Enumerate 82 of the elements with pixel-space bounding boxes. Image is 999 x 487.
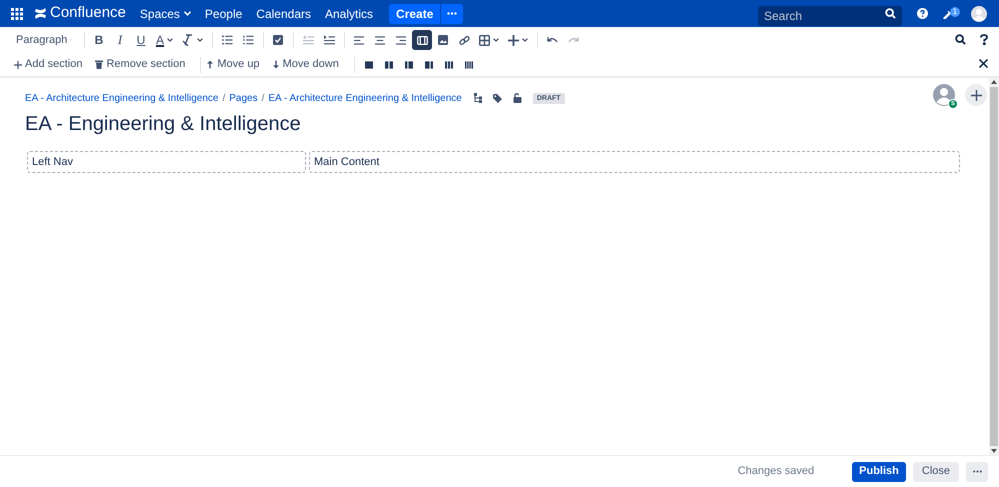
columns-icon [364, 60, 373, 68]
add-section-button[interactable]: Add section [12, 54, 84, 74]
hierarchy-icon[interactable] [474, 93, 482, 103]
search-field[interactable]: Search [758, 6, 902, 26]
create-button[interactable]: Create [389, 4, 440, 24]
columns-icon [424, 60, 433, 68]
nav-link[interactable]: Analytics [325, 4, 374, 22]
columns-icon [384, 60, 393, 68]
collaborator-avatar-icon[interactable] [933, 84, 955, 106]
remove-section-button[interactable]: Remove section [93, 54, 188, 74]
bold-button[interactable]: B [89, 30, 109, 50]
align-right-icon [396, 36, 406, 44]
columns-icon [404, 60, 413, 68]
save-status-text: Changes saved [738, 464, 814, 480]
ellipsis-icon [972, 470, 982, 473]
redo-icon [568, 36, 579, 44]
arrow-down-icon [272, 60, 279, 69]
checkbox-icon [273, 35, 284, 45]
more-button[interactable] [441, 4, 464, 24]
tag-icon[interactable] [492, 94, 502, 102]
find-icon[interactable] [955, 34, 966, 45]
caret-icon [197, 38, 204, 42]
app-logo-text[interactable]: Confluence [50, 2, 126, 25]
arrow-up-icon [207, 60, 214, 69]
breadcrumb-separator: / [262, 92, 264, 106]
italic-button[interactable]: I [110, 30, 130, 50]
layout-column[interactable]: Left Nav [27, 151, 306, 173]
bullet-list-icon [222, 35, 233, 45]
move-down-button[interactable]: Move down [270, 54, 341, 74]
user-avatar-icon[interactable] [971, 6, 987, 22]
logo-icon [35, 8, 46, 19]
trash-icon [95, 60, 104, 69]
link-icon [458, 34, 470, 46]
indent-icon [324, 35, 335, 45]
columns-icon [464, 60, 473, 68]
align-center-icon [375, 36, 386, 44]
breadcrumb-link[interactable]: EA - Architecture Engineering & Intelligence [25, 90, 218, 106]
notification-count-badge: 1 [950, 6, 960, 16]
unlocked-padlock-icon[interactable] [512, 93, 522, 103]
breadcrumb-link[interactable]: Pages [229, 90, 258, 106]
plus-icon [970, 90, 982, 100]
breadcrumb-separator: / [222, 92, 226, 106]
caret-icon [167, 38, 174, 42]
close-button[interactable]: Close [912, 462, 959, 482]
layout-icon [416, 36, 428, 44]
search-icon[interactable] [885, 8, 896, 19]
close-icon[interactable] [979, 59, 988, 68]
help-icon[interactable] [980, 34, 988, 45]
plus-icon [508, 34, 520, 46]
nav-link[interactable]: Calendars [256, 4, 311, 22]
layout-column[interactable]: Main Content [309, 151, 960, 173]
plus-icon [14, 60, 22, 68]
caret-icon [493, 38, 500, 42]
caret-icon [522, 38, 528, 42]
table-icon [479, 34, 490, 46]
nav-link[interactable]: Spaces [140, 4, 191, 22]
add-collaborator-button[interactable] [965, 84, 987, 106]
paragraph-style-dropdown[interactable]: Paragraph [12, 30, 76, 50]
scroll-up-icon[interactable] [991, 80, 997, 84]
image-icon [438, 35, 448, 45]
align-left-icon [354, 36, 364, 44]
move-up-button[interactable]: Move up [205, 54, 262, 74]
page-layout-button[interactable] [412, 30, 432, 50]
scroll-down-icon[interactable] [991, 449, 997, 453]
columns-icon [444, 60, 453, 68]
text-color-button[interactable]: A [152, 30, 178, 50]
undo-icon [546, 36, 558, 44]
outdent-icon [302, 35, 314, 45]
underline-button[interactable]: U [131, 30, 151, 50]
breadcrumb-link[interactable]: EA - Architecture Engineering & Intelligence [268, 90, 462, 106]
notification-icon[interactable] [943, 10, 952, 18]
more-options-button[interactable] [966, 462, 988, 482]
page-title[interactable]: EA - Engineering & Intelligence [25, 111, 989, 137]
ellipsis-icon [447, 12, 458, 15]
app-switcher-icon[interactable] [11, 8, 23, 20]
nav-link[interactable]: People [204, 4, 242, 22]
help-icon[interactable] [917, 8, 928, 19]
scrollbar[interactable] [989, 78, 999, 455]
publish-button[interactable]: Publish [852, 462, 906, 482]
caret-icon [184, 11, 191, 16]
brush-icon [182, 34, 194, 46]
numbered-list-icon [242, 35, 254, 45]
